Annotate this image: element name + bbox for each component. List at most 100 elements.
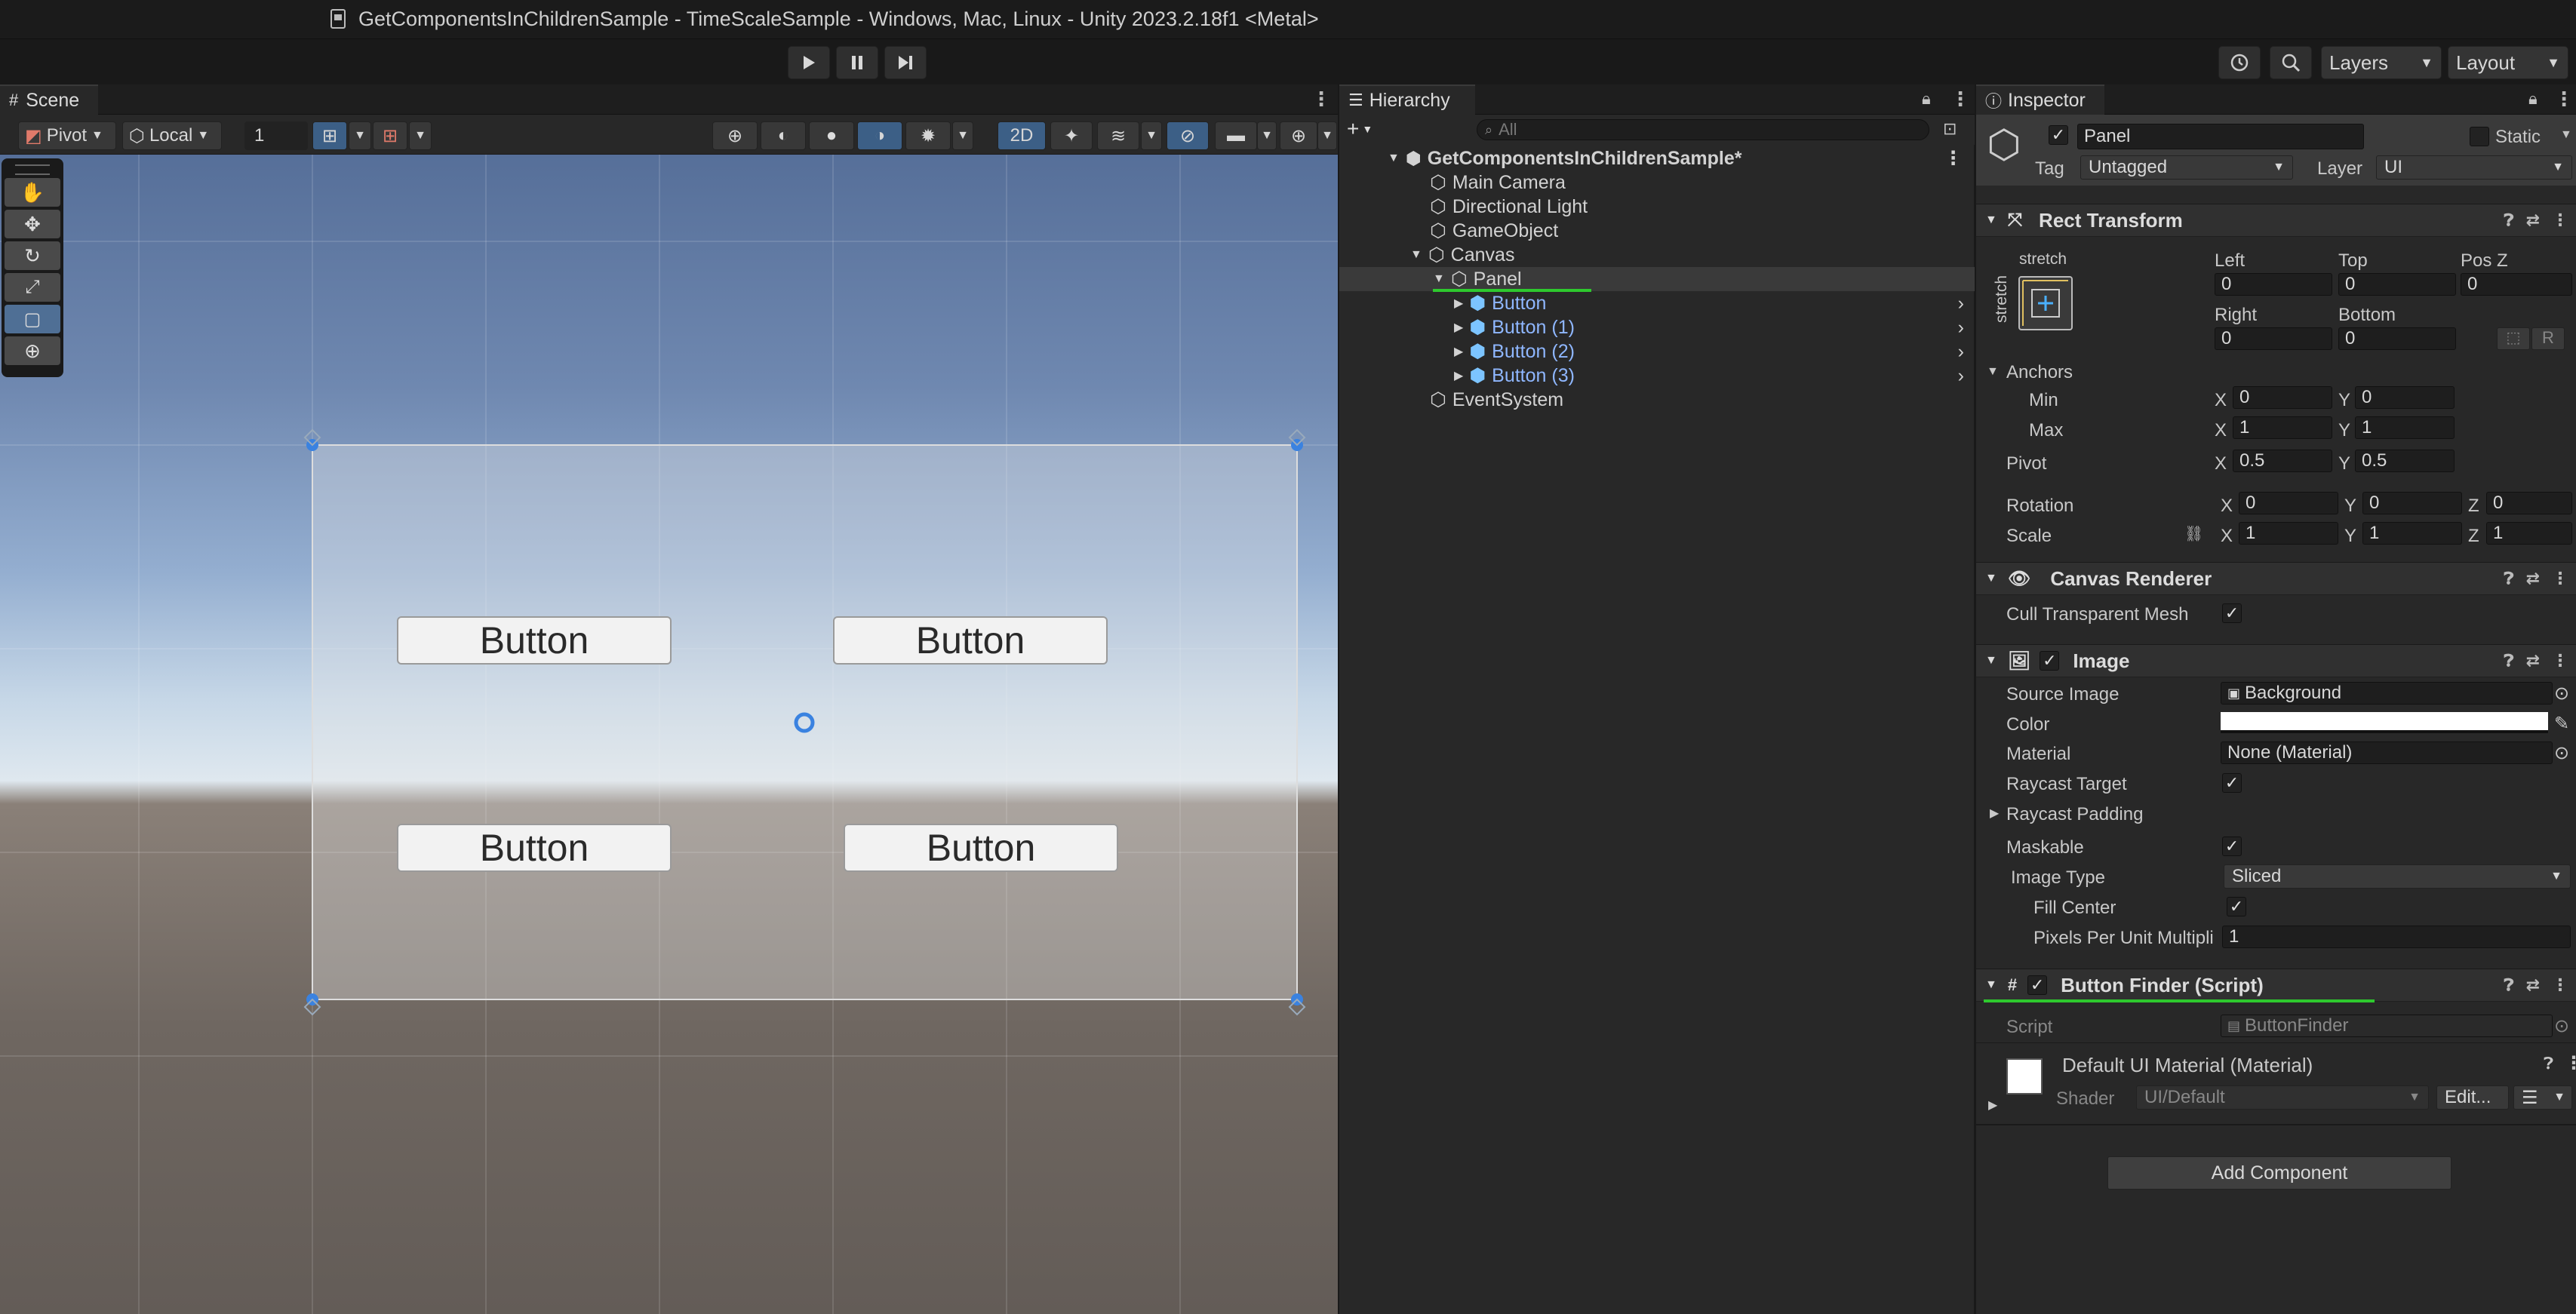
layers-dropdown[interactable]: Layers ▼	[2321, 46, 2442, 79]
pause-button[interactable]	[836, 46, 878, 79]
more-options-icon[interactable]: ⋮	[1311, 87, 1331, 111]
anchors-label[interactable]: Anchors	[2006, 362, 2073, 383]
min-x-field[interactable]: 0	[2233, 386, 2332, 409]
image-enabled-checkbox[interactable]: ✓	[2040, 651, 2060, 671]
camera-dropdown[interactable]: ▼	[1257, 121, 1277, 150]
blueprint-mode-button[interactable]: ⬚	[2497, 327, 2530, 350]
hierarchy-item-button-3[interactable]: ▶ ⬢ Button (3) ›	[1339, 364, 1975, 388]
preset-icon[interactable]: ⇄	[2526, 651, 2540, 671]
rect-transform-header[interactable]: ▼ ⤧ Rect Transform ❓︎ ⇄ ⋮	[1976, 204, 2576, 237]
min-y-field[interactable]: 0	[2355, 386, 2455, 409]
right-field[interactable]: 0	[2215, 327, 2332, 350]
debug-button[interactable]: ✹	[905, 121, 951, 150]
hidden-objects-button[interactable]: ⊘	[1167, 121, 1209, 150]
layout-dropdown[interactable]: Layout ▼	[2448, 46, 2568, 79]
scale-tool[interactable]: ⤢	[5, 273, 60, 302]
hierarchy-item-gameobject[interactable]: ⬡ GameObject	[1339, 219, 1975, 243]
scene-button-2[interactable]: Button	[833, 616, 1108, 665]
history-button[interactable]	[2218, 46, 2261, 79]
image-type-dropdown[interactable]: Sliced ▼	[2224, 864, 2571, 889]
pivot-dropdown[interactable]: ◩ Pivot ▼	[18, 121, 116, 150]
move-tool[interactable]: ✥	[5, 210, 60, 238]
chevron-right-icon[interactable]: ▶	[1988, 1098, 1997, 1113]
help-icon[interactable]: ❓︎	[2504, 651, 2513, 671]
hierarchy-item-eventsystem[interactable]: ⬡ EventSystem	[1339, 388, 1975, 412]
snap-button[interactable]: ⊞	[373, 121, 407, 150]
grid-visibility-button[interactable]: ⊞	[312, 121, 347, 150]
fill-center-checkbox[interactable]: ✓	[2227, 897, 2246, 916]
maskable-checkbox[interactable]: ✓	[2222, 837, 2242, 856]
more-options-icon[interactable]: ⋮	[1950, 87, 1970, 111]
more-options-icon[interactable]: ⋮	[2552, 651, 2568, 671]
object-picker-icon[interactable]: ⊙	[2554, 742, 2569, 764]
camera-button[interactable]: ▬	[1215, 121, 1257, 150]
help-icon[interactable]: ❓︎	[2504, 569, 2513, 588]
gizmos-button[interactable]: ⊕	[1280, 121, 1317, 150]
create-button[interactable]: + ▼	[1347, 117, 1388, 140]
edit-shader-button[interactable]: Edit...	[2436, 1085, 2509, 1110]
pivot-x-field[interactable]: 0.5	[2233, 450, 2332, 472]
source-image-field[interactable]: ▣ Background	[2221, 682, 2553, 705]
tab-hierarchy[interactable]: ☰ Hierarchy	[1339, 84, 1475, 115]
hierarchy-item-button-1[interactable]: ▶ ⬢ Button (1) ›	[1339, 315, 1975, 339]
pivot-y-field[interactable]: 0.5	[2355, 450, 2455, 472]
cull-checkbox[interactable]: ✓	[2222, 603, 2242, 623]
debug-dropdown[interactable]: ▼	[952, 121, 973, 150]
more-options-icon[interactable]: ⋮	[2565, 1052, 2576, 1074]
link-icon[interactable]: ⛓	[2184, 524, 2203, 543]
scale-y-field[interactable]: 1	[2362, 522, 2462, 545]
hierarchy-item-button[interactable]: ▶ ⬢ Button ›	[1339, 291, 1975, 315]
lit-mode-button[interactable]: ◑	[857, 121, 902, 150]
more-options-icon[interactable]: ⋮	[1944, 147, 1963, 170]
scene-button-3[interactable]: Button	[397, 824, 672, 872]
active-checkbox[interactable]: ✓	[2049, 125, 2068, 145]
local-dropdown[interactable]: ⬡ Local ▼	[122, 121, 222, 150]
snap-dropdown[interactable]: ▼	[409, 121, 432, 150]
draw-mode-button[interactable]: ⊕	[712, 121, 758, 150]
step-button[interactable]	[884, 46, 927, 79]
transform-tool[interactable]: ⊕	[5, 336, 60, 365]
static-checkbox[interactable]	[2470, 127, 2489, 146]
anchor-preset-button[interactable]	[2018, 276, 2073, 330]
rotation-z-field[interactable]: 0	[2486, 492, 2572, 514]
object-picker-icon[interactable]: ⊙	[2554, 683, 2569, 705]
bottom-field[interactable]: 0	[2338, 327, 2456, 350]
chevron-down-icon[interactable]: ▼	[2560, 128, 2572, 142]
scale-x-field[interactable]: 1	[2239, 522, 2338, 545]
preset-icon[interactable]: ⇄	[2526, 210, 2540, 230]
eyedropper-icon[interactable]: ✎	[2554, 713, 2569, 735]
scene-viewport[interactable]: Button Button Button Button	[0, 155, 1338, 1314]
rotate-tool[interactable]: ↻	[5, 241, 60, 270]
tab-scene[interactable]: # Scene	[0, 84, 98, 115]
material-field[interactable]: None (Material)	[2221, 741, 2553, 764]
more-options-icon[interactable]: ⋮	[2552, 569, 2568, 588]
lock-icon[interactable]: 🔒︎	[2528, 89, 2538, 109]
toolbar-grip[interactable]	[15, 164, 50, 175]
mode-2d-button[interactable]: 2D	[998, 121, 1046, 150]
chevron-right-icon[interactable]: ▶	[1990, 806, 1999, 821]
tab-inspector[interactable]: ⓘ Inspector	[1976, 84, 2104, 115]
search-input[interactable]: ⌕ All	[1477, 119, 1929, 140]
help-icon[interactable]: ❓︎	[2504, 975, 2513, 995]
hierarchy-item-directional-light[interactable]: ⬡ Directional Light	[1339, 195, 1975, 219]
shaded-button[interactable]: ●	[809, 121, 854, 150]
hierarchy-item-canvas[interactable]: ▼ ⬡ Canvas	[1339, 243, 1975, 267]
layer-dropdown[interactable]: UI ▼	[2376, 155, 2572, 180]
rect-tool[interactable]: ▢	[5, 305, 60, 333]
more-options-icon[interactable]: ⋮	[2552, 210, 2568, 230]
lighting-button[interactable]: ✦	[1050, 121, 1093, 150]
max-x-field[interactable]: 1	[2233, 416, 2332, 439]
grid-snap-input[interactable]: 1	[244, 121, 308, 150]
hierarchy-item-main-camera[interactable]: ⬡ Main Camera	[1339, 170, 1975, 195]
preset-icon[interactable]: ⇄	[2526, 975, 2540, 995]
hand-tool[interactable]: ✋	[5, 178, 60, 207]
tag-dropdown[interactable]: Untagged ▼	[2080, 155, 2293, 180]
help-icon[interactable]: ❓︎	[2544, 1054, 2553, 1073]
button-finder-enabled-checkbox[interactable]: ✓	[2027, 975, 2048, 995]
audio-button[interactable]: ≋	[1097, 121, 1139, 150]
color-swatch[interactable]	[2221, 712, 2548, 733]
max-y-field[interactable]: 1	[2355, 416, 2455, 439]
gizmos-dropdown[interactable]: ▼	[1317, 121, 1337, 150]
hierarchy-item-button-2[interactable]: ▶ ⬢ Button (2) ›	[1339, 339, 1975, 364]
raycast-target-checkbox[interactable]: ✓	[2222, 773, 2242, 793]
